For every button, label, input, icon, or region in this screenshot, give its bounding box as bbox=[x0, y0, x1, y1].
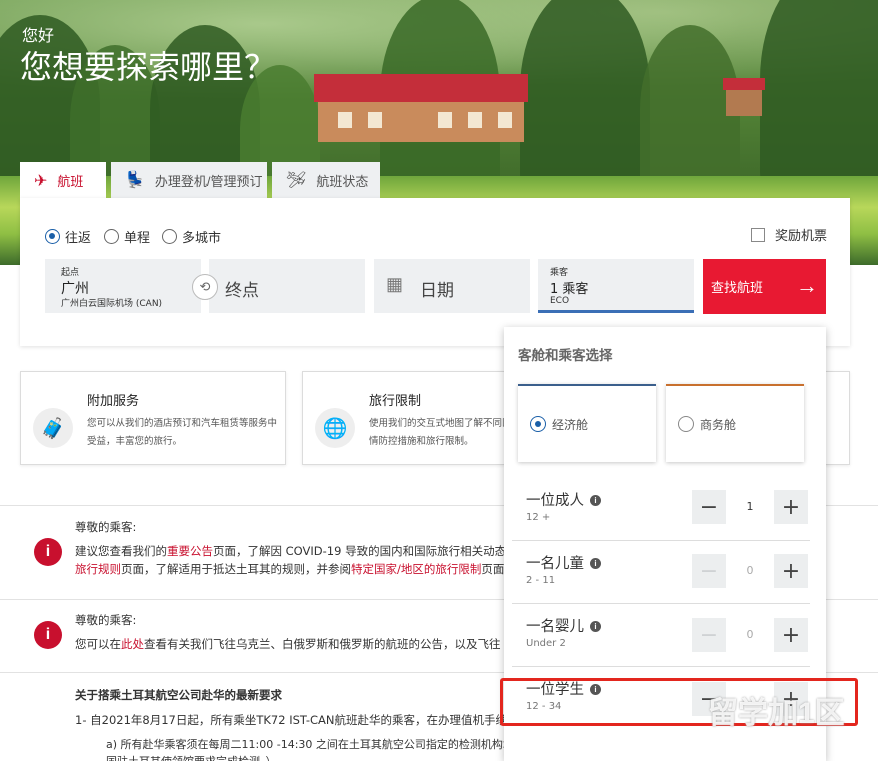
notice-line: 建议您查看我们的重要公告页面，了解因 COVID-19 导致的国内和国际旅行相关… bbox=[75, 544, 507, 558]
service-desc: 您可以从我们的酒店预订和汽车租赁等服务中受益，丰富您的旅行。 bbox=[87, 418, 278, 447]
requirements-title: 关于搭乘土耳其航空公司赴华的最新要求 bbox=[75, 688, 282, 702]
passengers-field[interactable]: 乘客 1 乘客 ECO bbox=[538, 259, 694, 313]
info-icon[interactable]: i bbox=[590, 495, 601, 506]
tab-checkin[interactable]: 💺 办理登机/管理预订 bbox=[111, 162, 267, 198]
checkbox-label: 奖励机票 bbox=[775, 228, 828, 243]
here-link[interactable]: 此处 bbox=[121, 637, 144, 651]
radio-indicator bbox=[530, 416, 546, 432]
origin-label: 起点 bbox=[61, 268, 80, 278]
info-icon[interactable]: i bbox=[590, 621, 601, 632]
house-image bbox=[314, 74, 528, 142]
trip-multicity-radio[interactable]: 多城市 bbox=[162, 227, 221, 246]
destination-field[interactable]: 终点 bbox=[209, 259, 365, 313]
greeting-title: 您想要探索哪里？ bbox=[20, 49, 277, 85]
radio-label: 单程 bbox=[124, 230, 151, 245]
seat-icon: 💺 bbox=[125, 172, 145, 189]
flight-search-card: 往返 单程 多城市 奖励机票 起点 广州 广州白云国际机场 (CAN) 终点 ⟲… bbox=[20, 198, 850, 346]
increment-button[interactable]: + bbox=[774, 554, 808, 588]
passenger-row-child: 一名儿童 i 2 - 11 − 0 + bbox=[512, 542, 810, 604]
trip-oneway-radio[interactable]: 单程 bbox=[104, 227, 150, 246]
globe-icon: 🌐 bbox=[315, 408, 355, 448]
origin-airport: 广州白云国际机场 (CAN) bbox=[61, 299, 163, 309]
calendar-icon: ▦ bbox=[386, 274, 404, 294]
requirement-item: 1- 自2021年8月17日起，所有乘坐TK72 IST-CAN航班赴华的乘客，… bbox=[75, 713, 507, 727]
tab-label: 办理登机/管理预订 bbox=[154, 173, 263, 189]
alert-icon: i bbox=[34, 621, 62, 649]
passenger-count: 0 bbox=[746, 628, 754, 641]
service-card-extras[interactable]: 🧳 附加服务 您可以从我们的酒店预订和汽车租赁等服务中受益，丰富您的旅行。 bbox=[20, 371, 286, 465]
radio-indicator bbox=[678, 416, 694, 432]
plane-status-icon: 🛩 bbox=[286, 172, 307, 189]
cabin-label: 商务舱 bbox=[700, 417, 737, 432]
cabin-economy-option[interactable]: 经济舱 bbox=[518, 384, 656, 462]
cabin-label: 经济舱 bbox=[552, 417, 589, 432]
origin-field[interactable]: 起点 广州 广州白云国际机场 (CAN) bbox=[45, 259, 201, 313]
passenger-type: 一名儿童 bbox=[526, 556, 584, 572]
travel-rules-link[interactable]: 旅行规则 bbox=[75, 562, 121, 576]
tab-flights[interactable]: ✈ 航班 bbox=[20, 162, 106, 199]
alert-icon: i bbox=[34, 538, 62, 566]
passenger-count: 1 bbox=[746, 500, 754, 513]
date-placeholder: 日期 bbox=[420, 281, 454, 300]
checkbox-box bbox=[751, 227, 765, 242]
country-restrictions-link[interactable]: 特定国家/地区的旅行限制 bbox=[351, 562, 481, 576]
increment-button[interactable]: + bbox=[774, 490, 808, 524]
radio-indicator bbox=[45, 229, 60, 244]
notice-title: 尊敬的乘客: bbox=[75, 520, 137, 534]
trip-roundtrip-radio[interactable]: 往返 bbox=[45, 227, 91, 246]
passenger-type: 一名婴儿 bbox=[526, 619, 584, 635]
tab-label: 航班 bbox=[57, 174, 84, 189]
passenger-age: Under 2 bbox=[526, 638, 566, 649]
notice-line: 您可以在此处查看有关我们飞往乌克兰、白俄罗斯和俄罗斯的航班的公告，以及飞往 bbox=[75, 637, 501, 651]
passenger-count: 0 bbox=[746, 564, 754, 577]
radio-label: 往返 bbox=[65, 230, 92, 245]
increment-button[interactable]: + bbox=[774, 618, 808, 652]
service-title: 附加服务 bbox=[87, 394, 140, 409]
origin-city: 广州 bbox=[61, 281, 89, 297]
radio-indicator bbox=[162, 229, 177, 244]
cabin-code: ECO bbox=[550, 296, 570, 306]
watermark: 留学加1区 bbox=[708, 697, 845, 730]
passengers-label: 乘客 bbox=[550, 268, 569, 278]
decrement-button[interactable]: − bbox=[692, 554, 726, 588]
passenger-age: 2 - 11 bbox=[526, 575, 556, 586]
arrow-right-icon: → bbox=[796, 273, 818, 298]
swap-icon[interactable]: ⟲ bbox=[192, 274, 218, 300]
passenger-row-infant: 一名婴儿 i Under 2 − 0 + bbox=[512, 605, 810, 667]
important-notice-link[interactable]: 重要公告 bbox=[167, 544, 213, 558]
luggage-icon: 🧳 bbox=[33, 408, 73, 448]
tab-flight-status[interactable]: 🛩 航班状态 bbox=[272, 162, 380, 198]
plane-icon: ✈ bbox=[34, 172, 48, 190]
passengers-value: 1 乘客 bbox=[550, 282, 589, 297]
tab-label: 航班状态 bbox=[316, 173, 369, 189]
radio-indicator bbox=[104, 229, 119, 244]
passenger-row-adult: 一位成人 i 12 + − 1 + bbox=[512, 479, 810, 541]
radio-label: 多城市 bbox=[182, 230, 222, 245]
info-icon[interactable]: i bbox=[590, 558, 601, 569]
notice-title: 尊敬的乘客: bbox=[75, 613, 137, 627]
notice-line: 旅行规则页面，了解适用于抵达土耳其的规则，并参阅特定国家/地区的旅行限制页面 bbox=[75, 562, 505, 576]
passenger-age: 12 + bbox=[526, 512, 551, 523]
award-ticket-checkbox[interactable]: 奖励机票 bbox=[751, 225, 827, 244]
search-button-label: 查找航班 bbox=[711, 280, 764, 295]
search-flights-button[interactable]: 查找航班 → bbox=[703, 259, 826, 314]
cabin-business-option[interactable]: 商务舱 bbox=[666, 384, 804, 462]
requirement-subitem: 国驻土耳其使领馆要求完成检测。） bbox=[106, 752, 277, 761]
date-field[interactable]: ▦ 日期 bbox=[374, 259, 530, 313]
decrement-button[interactable]: − bbox=[692, 618, 726, 652]
destination-placeholder: 终点 bbox=[225, 281, 259, 300]
panel-title: 客舱和乘客选择 bbox=[518, 348, 613, 363]
service-title: 旅行限制 bbox=[369, 394, 422, 409]
passenger-type: 一位成人 bbox=[526, 493, 584, 509]
decrement-button[interactable]: − bbox=[692, 490, 726, 524]
